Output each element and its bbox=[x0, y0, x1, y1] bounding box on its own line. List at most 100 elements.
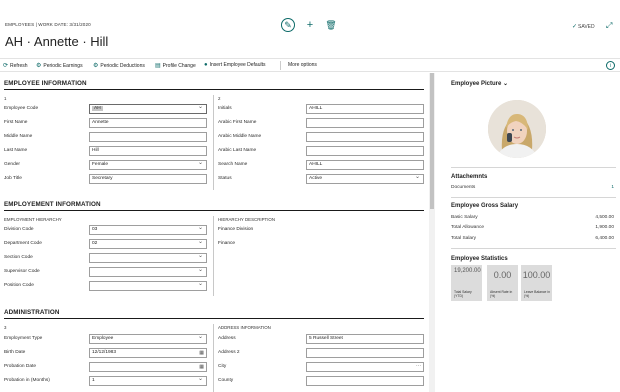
attachments-heading[interactable]: Attachemnts bbox=[451, 174, 487, 180]
action-label: Periodic Earnings bbox=[43, 62, 83, 69]
insert-icon: ● bbox=[204, 62, 208, 68]
stat-tile-absent-rate[interactable]: 0.00 Absent Rate in (%) bbox=[487, 265, 518, 301]
group-label: HIERARCHY DESCRIPTION bbox=[218, 217, 276, 222]
chevron-down-icon: ⌄ bbox=[503, 81, 509, 87]
department-description: Finance bbox=[218, 241, 236, 246]
new-icon[interactable]: + bbox=[303, 18, 317, 32]
more-options-action[interactable]: More options bbox=[288, 62, 317, 68]
city-label: City bbox=[218, 364, 227, 369]
group-label: 1 bbox=[4, 96, 7, 101]
info-icon[interactable]: i bbox=[606, 61, 615, 70]
section-employment-information[interactable]: EMPLOYEMENT INFORMATION bbox=[4, 201, 101, 208]
department-code-select[interactable]: 02 bbox=[89, 239, 207, 249]
expand-icon[interactable]: ⤢ bbox=[606, 21, 612, 31]
employment-type-label: Employment Type bbox=[4, 336, 43, 341]
documents-row[interactable]: Documents 1 bbox=[451, 185, 614, 190]
stat-tile-leave-balance[interactable]: 100.00 Leave Balance in (%) bbox=[521, 265, 552, 301]
action-label: Refresh bbox=[10, 62, 28, 69]
first-name-field[interactable]: Annette bbox=[89, 118, 207, 128]
section-code-select[interactable] bbox=[89, 253, 207, 263]
section-divider bbox=[4, 318, 424, 319]
main-scrollbar[interactable]: ▲ bbox=[429, 73, 435, 392]
profile-icon: ▤ bbox=[155, 63, 161, 69]
probation-months-label: Probation in (Months) bbox=[4, 378, 50, 383]
action-label: More options bbox=[288, 62, 317, 68]
job-title-label: Job Title bbox=[4, 176, 22, 181]
profile-change-action[interactable]: ▤ Profile Change bbox=[155, 62, 196, 70]
row-value: 1,900.00 bbox=[595, 225, 614, 230]
calendar-icon[interactable]: ▦ bbox=[199, 363, 204, 371]
status-select[interactable]: Active bbox=[306, 174, 424, 184]
group-label: 3 bbox=[4, 325, 7, 330]
arabic-last-name-field[interactable] bbox=[306, 146, 424, 156]
initials-field[interactable]: AHILL bbox=[306, 104, 424, 114]
arabic-last-name-label: Arabic Last Name bbox=[218, 148, 257, 153]
delete-icon[interactable]: 🗑 bbox=[324, 18, 338, 32]
group-label: ADDRESS INFORMATION bbox=[218, 325, 271, 330]
tile-value: 19,200.00 bbox=[454, 268, 481, 274]
tile-value: 0.00 bbox=[493, 270, 512, 280]
last-name-field[interactable]: Hill bbox=[89, 146, 207, 156]
page-context: EMPLOYEES | WORK DATE: 3/31/2020 bbox=[5, 22, 91, 27]
division-description: Finance Division bbox=[218, 227, 254, 232]
edit-icon[interactable]: ✎ bbox=[281, 18, 295, 32]
city-field[interactable]: ··· bbox=[306, 362, 424, 372]
action-bar: ⟳ Refresh ⚙ Periodic Earnings ⚙ Periodic De… bbox=[0, 58, 620, 72]
tile-value: 100.00 bbox=[522, 270, 551, 280]
row-value: 4,500.00 bbox=[595, 215, 614, 220]
check-icon: ✓ bbox=[572, 24, 578, 30]
scroll-thumb[interactable] bbox=[430, 73, 434, 209]
probation-months-select[interactable]: 1 bbox=[89, 376, 207, 386]
employment-type-select[interactable]: Employee bbox=[89, 334, 207, 344]
row-label: Total Allowance bbox=[451, 225, 485, 230]
section-administration[interactable]: ADMINISTRATION bbox=[4, 309, 60, 316]
row-value: 6,400.00 bbox=[595, 236, 614, 241]
row-label: Total Salary bbox=[451, 236, 477, 241]
lookup-icon[interactable]: ··· bbox=[416, 363, 421, 370]
stat-tile-total-salary[interactable]: 19,200.00 Total Salary (YTD) bbox=[451, 265, 482, 301]
saved-status: ✓SAVED bbox=[572, 23, 595, 30]
column-divider bbox=[213, 95, 214, 190]
last-name-label: Last Name bbox=[4, 148, 28, 153]
position-code-select[interactable] bbox=[89, 281, 207, 291]
birth-date-label: Birth Date bbox=[4, 350, 26, 355]
middle-name-field[interactable] bbox=[89, 132, 207, 142]
birth-date-field[interactable]: 12/12/1983 ▦ bbox=[89, 348, 207, 358]
section-employee-information[interactable]: EMPLOYEE INFORMATION bbox=[4, 80, 87, 87]
first-name-label: First Name bbox=[4, 120, 28, 125]
division-code-select[interactable]: 03 bbox=[89, 225, 207, 235]
county-field[interactable] bbox=[306, 376, 424, 386]
search-name-field[interactable]: AHILL bbox=[306, 160, 424, 170]
statistics-heading[interactable]: Employee Statistics bbox=[451, 256, 508, 262]
field-value: 12/12/1983 bbox=[92, 350, 117, 355]
employee-picture-heading[interactable]: Employee Picture ⌄ bbox=[451, 80, 508, 87]
documents-count[interactable]: 1 bbox=[611, 185, 614, 190]
arabic-first-name-field[interactable] bbox=[306, 118, 424, 128]
section-code-label: Section Code bbox=[4, 255, 33, 260]
documents-label: Documents bbox=[451, 185, 476, 190]
group-label: 2 bbox=[218, 96, 221, 101]
arabic-middle-name-field[interactable] bbox=[306, 132, 424, 142]
supervisor-code-select[interactable] bbox=[89, 267, 207, 277]
total-salary-row: Total Salary 6,400.00 bbox=[451, 236, 614, 241]
gross-salary-heading[interactable]: Employee Gross Salary bbox=[451, 203, 518, 209]
calendar-icon[interactable]: ▦ bbox=[199, 349, 204, 357]
probation-date-label: Probation Date bbox=[4, 364, 36, 369]
refresh-action[interactable]: ⟳ Refresh bbox=[3, 62, 28, 70]
supervisor-code-label: Supervisor Code bbox=[4, 269, 40, 274]
factbox-divider bbox=[451, 197, 616, 198]
tile-label: Leave Balance in (%) bbox=[524, 290, 551, 298]
periodic-earnings-action[interactable]: ⚙ Periodic Earnings bbox=[36, 62, 83, 70]
position-code-label: Position Code bbox=[4, 283, 34, 288]
periodic-deductions-action[interactable]: ⚙ Periodic Deductions bbox=[93, 62, 145, 70]
column-divider bbox=[213, 216, 214, 296]
address-field[interactable]: 5 Russell Street bbox=[306, 334, 424, 344]
probation-date-field[interactable]: ▦ bbox=[89, 362, 207, 372]
address-2-field[interactable] bbox=[306, 348, 424, 358]
refresh-icon: ⟳ bbox=[3, 63, 9, 69]
gender-select[interactable]: Female bbox=[89, 160, 207, 170]
employee-code-field[interactable]: AH bbox=[89, 104, 207, 114]
job-title-field[interactable]: Secretary bbox=[89, 174, 207, 184]
insert-defaults-action[interactable]: ● Insert Employee Defaults bbox=[204, 62, 265, 68]
employee-code-label: Employee Code bbox=[4, 106, 39, 111]
